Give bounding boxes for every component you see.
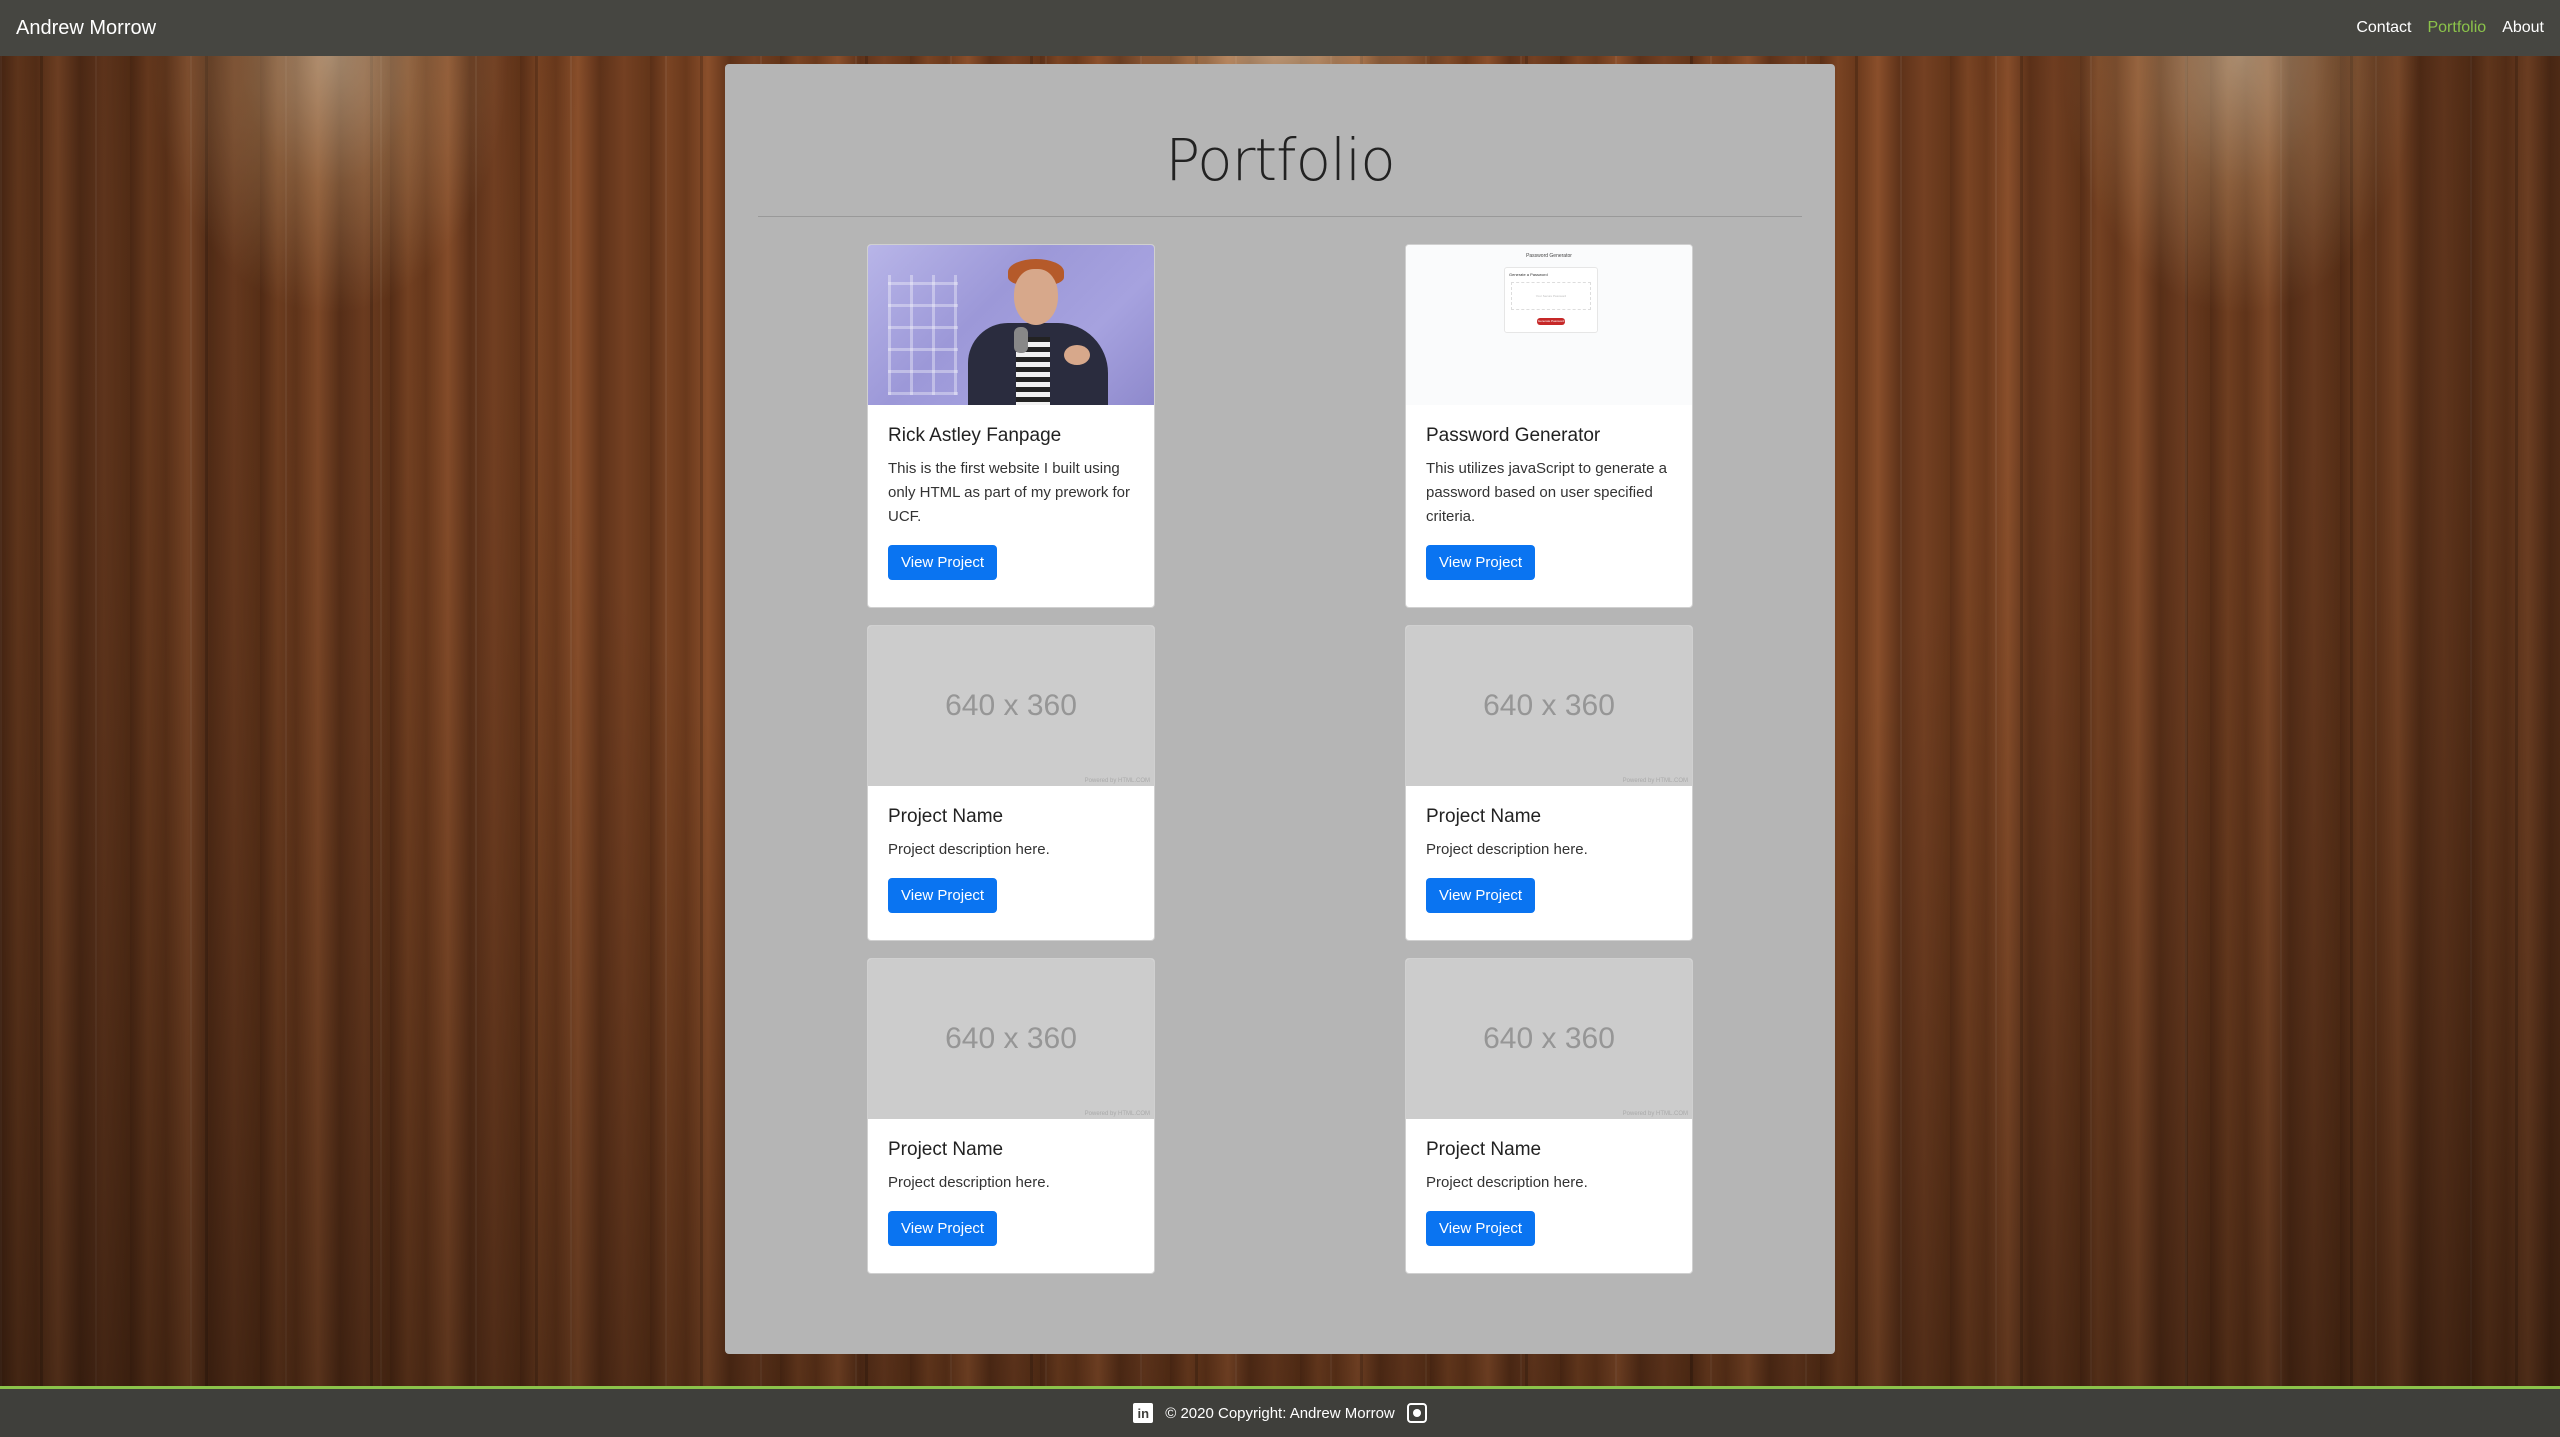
page-title: Portfolio xyxy=(1165,126,1396,194)
footer: in © 2020 Copyright: Andrew Morrow xyxy=(0,1386,2560,1437)
placeholder-size-label: 640 x 360 xyxy=(945,1022,1077,1055)
project-card: Password Generator Generate a Password Y… xyxy=(1405,244,1693,608)
placeholder-size-label: 640 x 360 xyxy=(945,689,1077,722)
view-project-button[interactable]: View Project xyxy=(888,1211,998,1246)
view-project-button[interactable]: View Project xyxy=(888,545,998,580)
card-title: Project Name xyxy=(888,1139,1004,1160)
card-description: This is the first website I built using … xyxy=(888,460,1131,525)
placeholder-image: 640 x 360 Powered by HTML.COM xyxy=(1406,626,1692,786)
view-project-button[interactable]: View Project xyxy=(1426,1211,1536,1246)
placeholder-size-label: 640 x 360 xyxy=(1483,1022,1615,1055)
card-title: Project Name xyxy=(1426,1139,1542,1160)
placeholder-size-label: 640 x 360 xyxy=(1483,689,1615,722)
project-card: 640 x 360 Powered by HTML.COM Project Na… xyxy=(1405,625,1693,941)
card-body: Project Name Project description here. V… xyxy=(868,1119,1154,1266)
card-title: Project Name xyxy=(888,806,1004,827)
nav-links: Contact Portfolio About xyxy=(2356,19,2544,37)
password-generator-image: Password Generator Generate a Password Y… xyxy=(1406,245,1692,405)
placeholder-image: 640 x 360 Powered by HTML.COM xyxy=(1406,959,1692,1119)
nav-portfolio-link[interactable]: Portfolio xyxy=(2427,19,2486,37)
project-card: Rick Astley Fanpage This is the first we… xyxy=(867,244,1155,608)
view-project-button[interactable]: View Project xyxy=(888,878,998,913)
project-card: 640 x 360 Powered by HTML.COM Project Na… xyxy=(1405,958,1693,1274)
view-project-button[interactable]: View Project xyxy=(1426,878,1536,913)
github-icon[interactable] xyxy=(1406,1403,1427,1423)
placeholder-image: 640 x 360 Powered by HTML.COM xyxy=(868,626,1154,786)
project-card: 640 x 360 Powered by HTML.COM Project Na… xyxy=(867,625,1155,941)
rick-astley-image xyxy=(868,245,1154,405)
nav-contact-link[interactable]: Contact xyxy=(2356,19,2411,37)
ceiling-light-glow xyxy=(150,56,510,316)
card-title: Rick Astley Fanpage xyxy=(888,425,1062,446)
card-body: Rick Astley Fanpage This is the first we… xyxy=(868,405,1154,600)
card-title: Project Name xyxy=(1426,806,1542,827)
nav-about-link[interactable]: About xyxy=(2502,19,2544,37)
portfolio-panel: Portfolio Rick Astley Fanpage This is th… xyxy=(725,64,1835,1354)
ceiling-light-glow xyxy=(2060,56,2420,316)
card-description: Project description here. xyxy=(888,841,1050,858)
card-body: Project Name Project description here. V… xyxy=(868,786,1154,933)
card-description: Project description here. xyxy=(888,1174,1050,1191)
title-divider xyxy=(758,216,1802,217)
view-project-button[interactable]: View Project xyxy=(1426,545,1536,580)
card-body: Password Generator This utilizes javaScr… xyxy=(1406,405,1692,600)
card-description: This utilizes javaScript to generate a p… xyxy=(1426,460,1667,525)
card-description: Project description here. xyxy=(1426,841,1588,858)
brand-link[interactable]: Andrew Morrow xyxy=(16,17,156,40)
copyright-text: © 2020 Copyright: Andrew Morrow xyxy=(1165,1404,1395,1422)
card-title: Password Generator xyxy=(1426,425,1601,446)
navbar: Andrew Morrow Contact Portfolio About xyxy=(0,0,2560,56)
linkedin-icon[interactable]: in xyxy=(1133,1403,1154,1423)
card-description: Project description here. xyxy=(1426,1174,1588,1191)
card-body: Project Name Project description here. V… xyxy=(1406,1119,1692,1266)
card-body: Project Name Project description here. V… xyxy=(1406,786,1692,933)
placeholder-image: 640 x 360 Powered by HTML.COM xyxy=(868,959,1154,1119)
project-card: 640 x 360 Powered by HTML.COM Project Na… xyxy=(867,958,1155,1274)
